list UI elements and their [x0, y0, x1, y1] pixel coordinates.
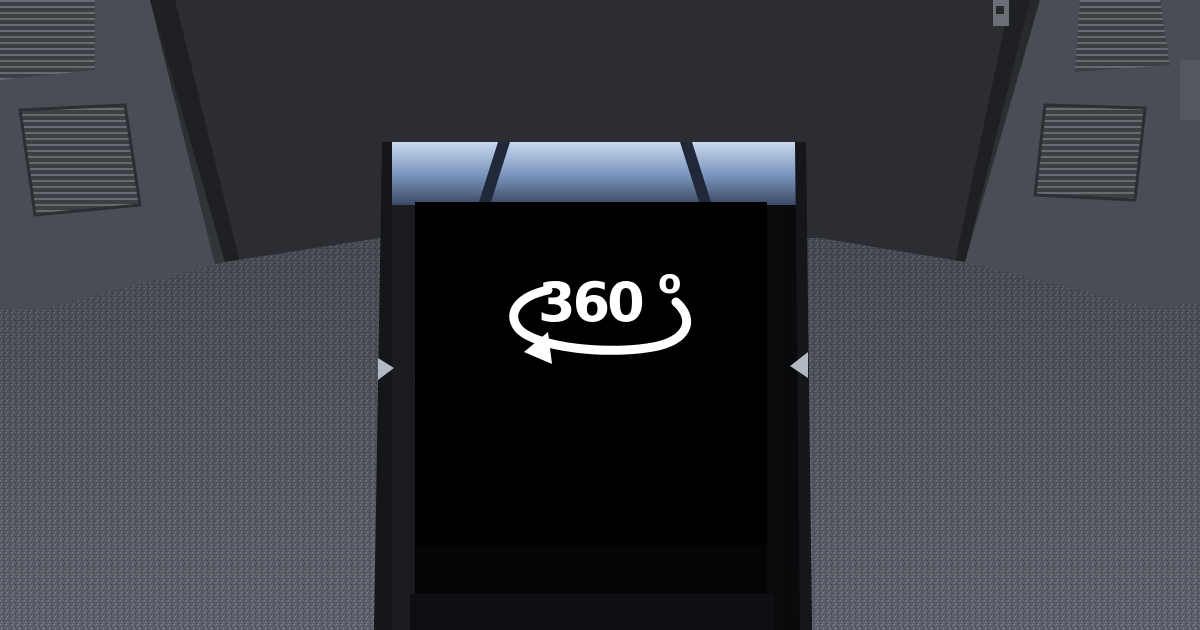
degree-symbol: o: [658, 262, 682, 302]
room-scene: 360 o: [0, 0, 1200, 630]
